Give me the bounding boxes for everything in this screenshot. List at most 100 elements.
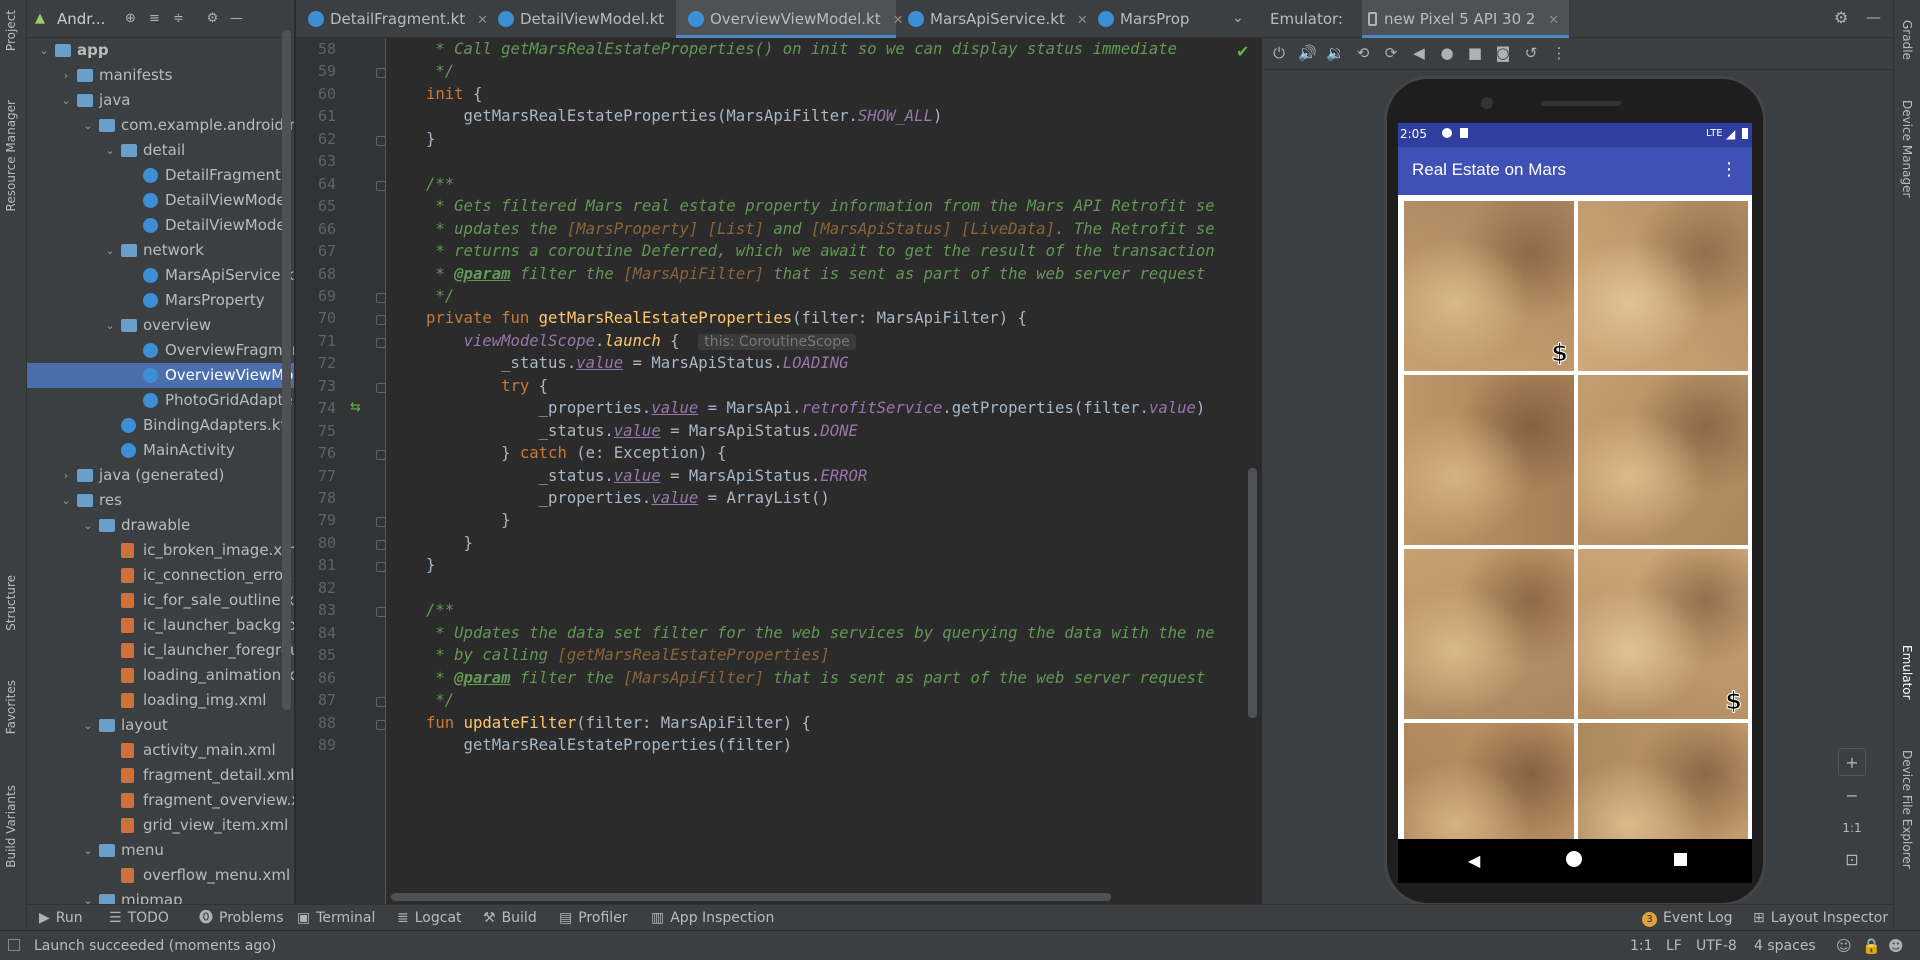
tree-item[interactable]: ⌄ com.example.android.m xyxy=(27,113,294,138)
zoom-actual-size[interactable]: 1:1 xyxy=(1838,814,1866,842)
camera-icon[interactable]: ◙ xyxy=(1494,44,1512,62)
tree-item[interactable]: OverviewViewMo xyxy=(27,363,294,388)
mars-property-photo[interactable] xyxy=(1404,549,1574,719)
code-line[interactable]: _status.value = MarsApiStatus.LOADING xyxy=(426,354,848,372)
tree-item[interactable]: ⌄ java xyxy=(27,88,294,113)
chevron-down-icon[interactable]: ⌄ xyxy=(105,313,115,338)
tree-item[interactable]: ⌄ detail xyxy=(27,138,294,163)
code-line[interactable]: * @param filter the [MarsApiFilter] that… xyxy=(426,265,1205,283)
suspend-call-icon[interactable]: ⇆ xyxy=(350,400,361,415)
tree-item[interactable]: activity_main.xml xyxy=(27,738,294,763)
code-line[interactable]: * updates the [MarsProperty] [List] and … xyxy=(426,220,1214,238)
chevron-down-icon[interactable]: ⌄ xyxy=(83,513,93,538)
gradle-tool-tab[interactable]: Gradle xyxy=(1900,20,1914,60)
tree-item[interactable]: ⌄ res xyxy=(27,488,294,513)
code-line[interactable]: * Gets filtered Mars real estate propert… xyxy=(426,197,1214,215)
fold-marker-icon[interactable] xyxy=(376,292,386,303)
code-line[interactable]: */ xyxy=(426,691,454,709)
code-line[interactable]: private fun getMarsRealEstateProperties(… xyxy=(426,309,1027,327)
tree-item[interactable]: OverviewFragmen xyxy=(27,338,294,363)
locate-icon[interactable]: ⊕ xyxy=(123,11,137,26)
chevron-down-icon[interactable]: ⌄ xyxy=(105,238,115,263)
zoom-fit-icon[interactable]: ⊡ xyxy=(1838,846,1866,874)
rotate-left-icon[interactable]: ⟲ xyxy=(1354,44,1372,62)
chevron-down-icon[interactable]: ⌄ xyxy=(83,113,93,138)
editor-horizontal-scrollbar[interactable] xyxy=(391,893,1111,901)
code-line[interactable]: getMarsRealEstateProperties(MarsApiFilte… xyxy=(426,107,943,125)
fold-marker-icon[interactable] xyxy=(376,315,386,326)
mars-property-photo[interactable]: $ xyxy=(1578,549,1748,719)
code-line[interactable]: * Updates the data set filter for the we… xyxy=(426,624,1214,642)
code-line[interactable]: * by calling [getMarsRealEstatePropertie… xyxy=(426,646,829,664)
fold-marker-icon[interactable] xyxy=(376,719,386,730)
code-line[interactable]: try { xyxy=(426,377,548,395)
code-line[interactable]: } xyxy=(426,511,510,529)
code-line[interactable]: } xyxy=(426,556,435,574)
more-icon[interactable]: ⋮ xyxy=(1550,44,1568,62)
code-line[interactable]: * @param filter the [MarsApiFilter] that… xyxy=(426,669,1205,687)
indent-setting[interactable]: 4 spaces xyxy=(1754,938,1816,954)
layout-inspector-tab[interactable]: ⊞ Layout Inspector xyxy=(1753,905,1888,931)
event-log-tab[interactable]: 3 Event Log xyxy=(1642,905,1733,931)
overflow-menu-icon[interactable]: ⋮ xyxy=(1720,159,1738,180)
fold-marker-icon[interactable] xyxy=(376,539,386,550)
chevron-down-icon[interactable]: ⌄ xyxy=(61,488,71,513)
tree-item[interactable]: ⌄ mipmap xyxy=(27,888,294,904)
tree-item[interactable]: ⌄ menu xyxy=(27,838,294,863)
expand-all-icon[interactable]: ≡ xyxy=(147,11,161,26)
tab-detail-view-model[interactable]: DetailViewModel.kt✕ xyxy=(486,0,687,38)
code-line[interactable]: _properties.value = MarsApi.retrofitServ… xyxy=(426,399,1206,417)
back-icon[interactable]: ◀ xyxy=(1410,44,1428,62)
code-editor[interactable]: 58 59 60 61 62 63 64 65 66 67 68 69 70 71 72 73 74 ⇆ 75 76 7… xyxy=(296,38,1296,904)
code-line[interactable]: */ xyxy=(426,62,454,80)
file-encoding[interactable]: UTF-8 xyxy=(1696,938,1737,954)
tree-item[interactable]: fragment_overview.x xyxy=(27,788,294,813)
tree-item[interactable]: ⌄ drawable xyxy=(27,513,294,538)
favorites-tool-tab[interactable]: Favorites xyxy=(4,680,18,734)
tree-item[interactable]: ic_launcher_foregrou xyxy=(27,638,294,663)
mars-property-photo[interactable] xyxy=(1578,201,1748,371)
chevron-down-icon[interactable]: ⌄ xyxy=(83,838,93,863)
tree-item[interactable]: ic_launcher_backgro xyxy=(27,613,294,638)
home-icon[interactable]: ● xyxy=(1438,44,1456,62)
fold-marker-icon[interactable] xyxy=(376,337,386,348)
inspection-ok-icon[interactable]: ✔ xyxy=(1236,42,1249,61)
code-line[interactable]: } xyxy=(426,130,435,148)
power-icon[interactable]: ⏻ xyxy=(1270,44,1288,62)
tree-item[interactable]: › manifests xyxy=(27,63,294,88)
fold-marker-icon[interactable] xyxy=(376,180,386,191)
tree-item[interactable]: ic_connection_error. xyxy=(27,563,294,588)
tab-mars-api-service[interactable]: MarsApiService.kt ✕ xyxy=(896,0,1088,38)
inspector-icon[interactable]: ☻ xyxy=(1888,937,1904,955)
fold-marker-icon[interactable] xyxy=(376,68,386,79)
emulator-device-tab[interactable]: new Pixel 5 API 30 2 ✕ xyxy=(1362,0,1570,38)
code-line[interactable]: getMarsRealEstateProperties(filter) xyxy=(426,736,793,754)
nav-recents-icon[interactable] xyxy=(1674,853,1687,866)
problems-tab[interactable]: ⓿ Problems xyxy=(199,905,284,931)
tree-item[interactable]: MarsApiService.k xyxy=(27,263,294,288)
chevron-down-icon[interactable]: ⌄ xyxy=(105,138,115,163)
chevron-down-icon[interactable]: ⌄ xyxy=(39,38,49,63)
code-line[interactable]: /** xyxy=(426,175,454,193)
code-line[interactable]: init { xyxy=(426,85,482,103)
tree-item[interactable]: ic_for_sale_outline.x xyxy=(27,588,294,613)
fold-marker-icon[interactable] xyxy=(376,135,386,146)
profiler-tab[interactable]: ▤ Profiler xyxy=(559,905,628,931)
tree-item[interactable]: ⌄ network xyxy=(27,238,294,263)
build-tab[interactable]: ⚒ Build xyxy=(483,905,537,931)
tree-item[interactable]: fragment_detail.xml xyxy=(27,763,294,788)
tree-item[interactable]: MarsProperty xyxy=(27,288,294,313)
code-line[interactable]: _status.value = MarsApiStatus.ERROR xyxy=(426,467,868,485)
lock-icon[interactable]: 🔒 xyxy=(1862,937,1881,955)
rotate-right-icon[interactable]: ⟳ xyxy=(1382,44,1400,62)
code-line[interactable]: _properties.value = ArrayList() xyxy=(426,489,830,507)
app-inspection-tab[interactable]: ▥ App Inspection xyxy=(651,905,774,931)
hide-icon[interactable]: — xyxy=(229,11,243,26)
nav-back-icon[interactable]: ◀ xyxy=(1468,851,1480,870)
run-tab[interactable]: ▶ Run xyxy=(39,905,83,931)
nav-home-icon[interactable] xyxy=(1566,851,1582,867)
tree-item[interactable]: loading_animation.x xyxy=(27,663,294,688)
code-line[interactable]: } catch (e: Exception) { xyxy=(426,444,726,462)
tree-item[interactable]: BindingAdapters.kt xyxy=(27,413,294,438)
code-line[interactable]: * Call getMarsRealEstateProperties() on … xyxy=(426,40,1177,58)
